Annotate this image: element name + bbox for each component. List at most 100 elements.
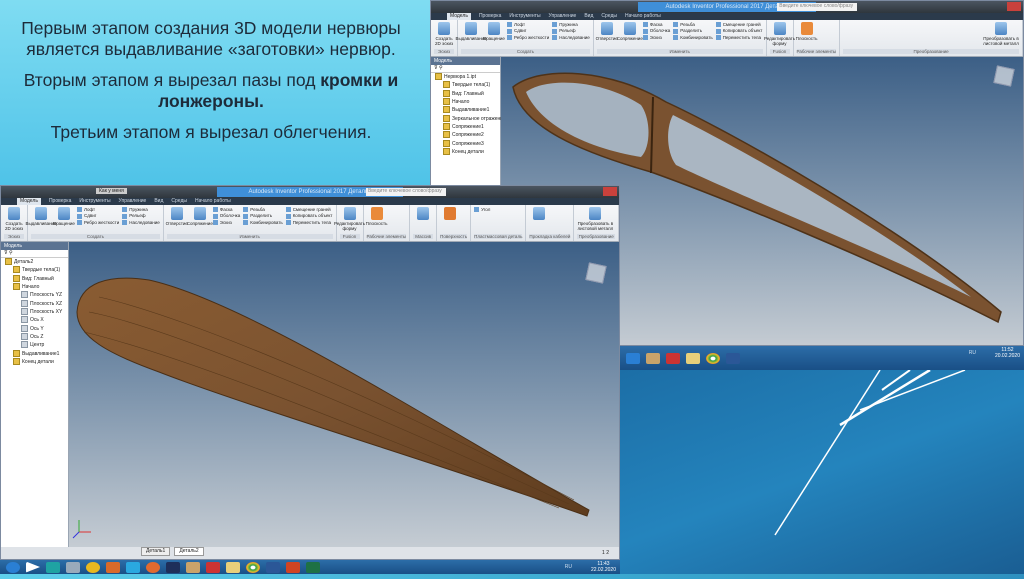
- tree-item[interactable]: Плоскость XZ: [1, 300, 68, 308]
- tab-environments[interactable]: Среды: [171, 198, 187, 205]
- shell-button[interactable]: Оболочка: [643, 28, 670, 33]
- tree-item[interactable]: Вид: Главный: [1, 275, 68, 283]
- app-icon[interactable]: [86, 561, 100, 573]
- offset-button[interactable]: Смещение граней: [716, 22, 763, 27]
- corner-button[interactable]: Угол: [474, 207, 490, 212]
- split-button[interactable]: Разделить: [243, 213, 282, 218]
- tab-view[interactable]: Вид: [584, 13, 593, 20]
- start-button[interactable]: [6, 561, 20, 573]
- tree-item[interactable]: Выдавливание1: [1, 350, 68, 358]
- tab-getstarted[interactable]: Начало работы: [625, 13, 661, 20]
- tab-model[interactable]: Модель: [17, 198, 41, 205]
- close-button[interactable]: [1007, 2, 1021, 11]
- tree-item[interactable]: Сопряжение2: [431, 131, 500, 139]
- word-taskbar-icon[interactable]: [266, 561, 280, 573]
- tab-view[interactable]: Вид: [154, 198, 163, 205]
- copy-button[interactable]: Копировать объект: [716, 28, 763, 33]
- tree-item[interactable]: Начало: [431, 98, 500, 106]
- explorer-taskbar-icon[interactable]: [226, 561, 240, 573]
- start-button[interactable]: [626, 352, 640, 364]
- sketch2d-button[interactable]: Создать 2D эскиз: [4, 207, 24, 231]
- extrude-button[interactable]: Выдавливание: [455, 22, 487, 41]
- tab-inspect[interactable]: Проверка: [49, 198, 71, 205]
- inventor-taskbar-icon[interactable]: [646, 352, 660, 364]
- fillet-button[interactable]: Сопряжение: [187, 207, 213, 226]
- shell-button[interactable]: Оболочка: [213, 213, 240, 218]
- tree-item[interactable]: Твердые тела(1): [1, 266, 68, 274]
- app-icon[interactable]: [66, 561, 80, 573]
- hole-button[interactable]: Отверстие: [166, 207, 188, 226]
- tree-item[interactable]: Конец детали: [1, 358, 68, 366]
- tree-item[interactable]: Начало: [1, 283, 68, 291]
- editform-button[interactable]: Редактировать форму: [334, 207, 365, 231]
- tab-inspect[interactable]: Проверка: [479, 13, 501, 20]
- powerpoint-taskbar-icon[interactable]: [286, 561, 300, 573]
- harness-button[interactable]: [529, 207, 549, 221]
- combine-button[interactable]: Комбинировать: [673, 35, 712, 40]
- word-taskbar-icon[interactable]: [726, 352, 740, 364]
- clock[interactable]: 11:52 20.02.2020: [995, 347, 1020, 359]
- split-button[interactable]: Разделить: [673, 28, 712, 33]
- explorer-taskbar-icon[interactable]: [686, 352, 700, 364]
- tree-item[interactable]: Плоскость YZ: [1, 291, 68, 299]
- emboss-button[interactable]: Рельеф: [552, 28, 590, 33]
- tree-item[interactable]: Центр: [1, 341, 68, 349]
- extrude-button[interactable]: Выдавливание: [25, 207, 57, 226]
- quick-view-dropdown[interactable]: Как у меня: [96, 188, 127, 194]
- chamfer-button[interactable]: Фаска: [213, 207, 240, 212]
- app-icon[interactable]: [126, 561, 140, 573]
- browser-header[interactable]: Модель: [1, 242, 68, 250]
- tree-item[interactable]: Сопряжение3: [431, 140, 500, 148]
- tree-item[interactable]: Нервюра 1.ipt: [431, 73, 500, 81]
- tree-item[interactable]: Плоскость XY: [1, 308, 68, 316]
- media-player-icon[interactable]: [26, 561, 40, 573]
- help-search[interactable]: Введите ключевое слово/фразу: [777, 3, 858, 11]
- tree-item[interactable]: Конец детали: [431, 148, 500, 156]
- loft-button[interactable]: Лофт: [507, 22, 549, 27]
- offset-button[interactable]: Смещение граней: [286, 207, 333, 212]
- close-button[interactable]: [603, 187, 617, 196]
- plane-button[interactable]: Плоскость: [366, 207, 387, 226]
- draft-button[interactable]: Эскиз: [213, 220, 240, 225]
- tree-item[interactable]: Выдавливание1: [431, 106, 500, 114]
- chamfer-button[interactable]: Фаска: [643, 22, 670, 27]
- tree-item[interactable]: Ось X: [1, 316, 68, 324]
- arduino-icon[interactable]: [46, 561, 60, 573]
- tree-item[interactable]: Сопряжение1: [431, 123, 500, 131]
- thread-button[interactable]: Резьба: [243, 207, 282, 212]
- help-search[interactable]: Введите ключевое слово/фразу: [365, 188, 446, 196]
- tree-item[interactable]: Деталь2: [1, 258, 68, 266]
- tree-item[interactable]: Вид: Главный: [431, 90, 500, 98]
- pattern-button[interactable]: [413, 207, 433, 221]
- tab-environments[interactable]: Среды: [601, 13, 617, 20]
- tab-tools[interactable]: Инструменты: [79, 198, 110, 205]
- plane-button[interactable]: Плоскость: [796, 22, 817, 41]
- surface-button[interactable]: [440, 207, 460, 221]
- chrome-taskbar-icon[interactable]: [706, 352, 720, 364]
- tree-item[interactable]: Ось Y: [1, 325, 68, 333]
- move-bodies-button[interactable]: Переместить тела: [716, 35, 763, 40]
- tree-item[interactable]: Ось Z: [1, 333, 68, 341]
- browser-header[interactable]: Модель: [431, 57, 500, 65]
- tab-model[interactable]: Модель: [447, 13, 471, 20]
- rib-button[interactable]: Ребро жесткости: [77, 220, 119, 225]
- coil-button[interactable]: Пружина: [122, 207, 160, 212]
- doc-tab-detail1[interactable]: Деталь1: [141, 547, 171, 556]
- rib-button[interactable]: Ребро жесткости: [507, 35, 549, 40]
- viewcube-icon[interactable]: [993, 65, 1015, 87]
- move-bodies-button[interactable]: Переместить тела: [286, 220, 333, 225]
- derive-button[interactable]: Наследование: [122, 220, 160, 225]
- photoshop-icon[interactable]: [166, 561, 180, 573]
- app-icon[interactable]: [106, 561, 120, 573]
- combine-button[interactable]: Комбинировать: [243, 220, 282, 225]
- revolve-button[interactable]: Вращение: [53, 207, 75, 226]
- acrobat-taskbar-icon[interactable]: [206, 561, 220, 573]
- tab-manage[interactable]: Управление: [549, 13, 577, 20]
- acrobat-taskbar-icon[interactable]: [666, 352, 680, 364]
- language-indicator[interactable]: RU: [565, 564, 572, 570]
- doc-tab-detail2[interactable]: Деталь2: [174, 547, 204, 556]
- thread-button[interactable]: Резьба: [673, 22, 712, 27]
- clock[interactable]: 11:43 22.02.2020: [591, 561, 616, 573]
- tab-tools[interactable]: Инструменты: [509, 13, 540, 20]
- tree-item[interactable]: Зеркальное отражение1: [431, 115, 509, 123]
